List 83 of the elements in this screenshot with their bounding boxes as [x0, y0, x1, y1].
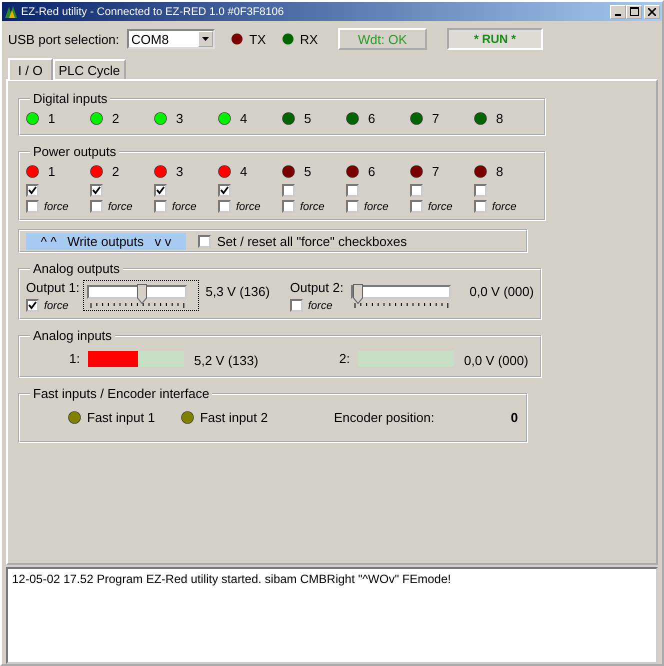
indicator-label: TX	[249, 32, 266, 46]
output-checkbox[interactable]	[282, 184, 295, 197]
slider-thumb[interactable]	[137, 284, 148, 304]
group-title: Analog outputs	[32, 261, 121, 276]
output-checkbox[interactable]	[26, 184, 39, 197]
force-checkbox[interactable]	[290, 299, 303, 312]
channel-number: 5	[304, 164, 312, 178]
force-checkbox[interactable]	[154, 200, 167, 213]
output-checkbox[interactable]	[346, 184, 359, 197]
channel-number: 5	[304, 110, 312, 126]
maximize-button[interactable]	[626, 4, 642, 18]
output-checkbox[interactable]	[218, 184, 231, 197]
output-checkbox[interactable]	[474, 184, 487, 197]
output-slider[interactable]	[83, 280, 200, 311]
minimize-icon	[615, 14, 621, 16]
force-checkbox[interactable]	[346, 200, 359, 213]
channel-number: 8	[496, 110, 504, 126]
tab[interactable]: I / O	[8, 58, 53, 80]
force-label: force	[108, 200, 132, 212]
reset-force-label: Set / reset all "force" checkboxes	[217, 234, 407, 248]
force-label: force	[364, 200, 388, 212]
force-checkbox[interactable]	[90, 200, 103, 213]
maximize-icon	[630, 6, 638, 16]
dropdown-arrow-icon	[202, 37, 210, 41]
minimize-button[interactable]	[610, 4, 626, 18]
reset-force-checkbox[interactable]	[198, 234, 211, 248]
output-checkbox[interactable]	[90, 184, 103, 197]
output-label: Output 2:	[290, 280, 344, 295]
channel-number: 6	[368, 164, 376, 178]
force-checkbox[interactable]	[218, 200, 231, 213]
log-line: 12-05-02 17.52 Program EZ-Red utility started. sibam CMBRight "^WOv" FEmode!	[12, 572, 452, 586]
output-checkbox[interactable]	[154, 184, 167, 197]
channel-number: 3	[176, 110, 184, 126]
tab[interactable]: PLC Cycle	[52, 59, 126, 79]
input-label: 1:	[68, 351, 80, 366]
encoder-value: 0	[510, 410, 518, 424]
force-checkbox[interactable]	[410, 200, 423, 213]
channel-number: 1	[48, 164, 56, 178]
fast-input-label: Fast input 1	[87, 410, 155, 424]
slider-thumb[interactable]	[353, 284, 364, 304]
channel-number: 8	[496, 164, 504, 178]
force-checkbox[interactable]	[26, 200, 39, 213]
force-label: force	[236, 200, 260, 212]
force-checkbox[interactable]	[474, 200, 487, 213]
input-label: 2:	[338, 351, 350, 366]
force-label: force	[172, 200, 196, 212]
close-button[interactable]	[644, 4, 660, 18]
encoder-label: Encoder position:	[334, 410, 434, 424]
channel-number: 4	[240, 110, 248, 126]
force-label: force	[308, 300, 332, 312]
window-title: EZ-Red utility - Connected to EZ-RED 1.0 #0F3F8106	[21, 6, 285, 18]
close-icon	[648, 8, 656, 16]
channel-number: 3	[176, 164, 184, 178]
channel-number: 4	[240, 164, 248, 178]
voltage-reading: 5,3 V (136)	[205, 283, 270, 299]
channel-number: 7	[432, 164, 440, 178]
force-checkbox[interactable]	[26, 299, 39, 312]
indicator-label: RX	[300, 32, 318, 46]
channel-number: 7	[432, 110, 440, 126]
channel-number: 2	[112, 110, 120, 126]
group-title: Digital inputs	[32, 91, 108, 106]
port-dropdown[interactable]: COM8	[127, 29, 216, 49]
force-label: force	[300, 200, 324, 212]
voltage-reading: 0,0 V (000)	[469, 283, 534, 299]
voltage-reading: 5,2 V (133)	[194, 352, 258, 368]
write-outputs-button[interactable]: ^ ^ Write outputs v v	[26, 232, 186, 250]
channel-number: 2	[112, 164, 120, 178]
voltage-reading: 0,0 V (000)	[464, 352, 528, 368]
channel-number: 1	[48, 110, 56, 126]
app-icon	[4, 4, 18, 18]
channel-number: 6	[368, 110, 376, 126]
force-checkbox[interactable]	[282, 200, 295, 213]
group-title: Fast inputs / Encoder interface	[32, 386, 210, 401]
group-title: Analog inputs	[32, 328, 113, 343]
fast-input-label: Fast input 2	[200, 410, 268, 424]
output-checkbox[interactable]	[410, 184, 423, 197]
force-label: force	[428, 200, 452, 212]
output-label: Output 1:	[26, 280, 80, 295]
group-title: Power outputs	[32, 144, 118, 159]
port-label: USB port selection:	[8, 32, 120, 46]
force-label: force	[44, 200, 68, 212]
force-label: force	[44, 300, 68, 312]
force-label: force	[492, 200, 516, 212]
